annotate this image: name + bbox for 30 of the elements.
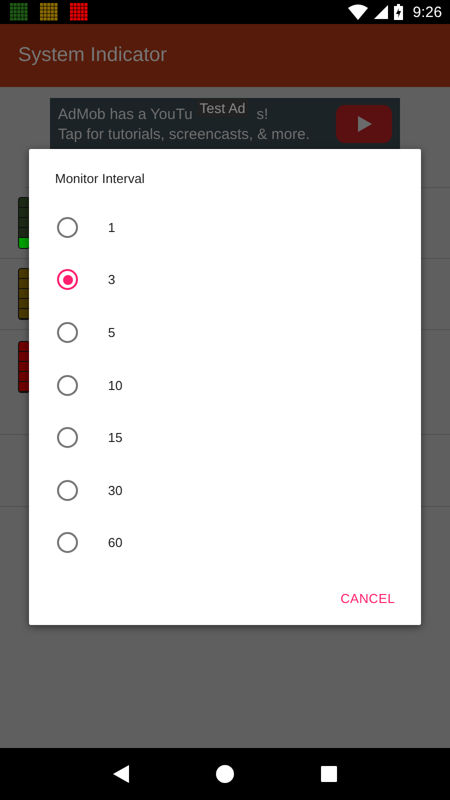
ad-label: Test Ad: [196, 98, 248, 116]
option-label[interactable]: 60: [108, 535, 122, 550]
radio-button[interactable]: [57, 322, 78, 343]
recents-icon[interactable]: [320, 766, 337, 782]
option-label[interactable]: 3: [108, 272, 116, 288]
ad-text: s!: [256, 106, 268, 124]
option-label[interactable]: 1: [108, 220, 116, 235]
ad-banner[interactable]: AdMob has a YouTu Test Ad s! Tap for tutorials, screencasts, & more.: [50, 98, 400, 150]
option-label[interactable]: 10: [108, 378, 122, 393]
option-label[interactable]: 30: [108, 482, 122, 498]
radio-button[interactable]: [57, 216, 78, 238]
ad-text: Tap for tutorials, screencasts, & more.: [58, 126, 310, 142]
dialog-title: Monitor Interval: [54, 171, 146, 188]
option-label[interactable]: 5: [108, 324, 116, 340]
clock: 9:26: [412, 4, 442, 20]
radio-button[interactable]: [57, 532, 78, 554]
signal-icon: [374, 5, 388, 19]
radio-button[interactable]: [57, 269, 78, 290]
option-label[interactable]: 15: [108, 430, 122, 446]
radio-button[interactable]: [57, 480, 78, 501]
cancel-button[interactable]: CANCEL: [332, 583, 403, 614]
battery-charging-icon: [394, 4, 403, 20]
wifi-icon: [348, 4, 368, 20]
play-icon: [336, 105, 392, 143]
radio-button[interactable]: [57, 374, 78, 396]
back-icon[interactable]: [113, 765, 130, 783]
app-title: System Indicator: [18, 44, 167, 67]
ad-text: AdMob has a YouTu: [58, 106, 193, 124]
radio-button[interactable]: [57, 427, 78, 448]
home-icon[interactable]: [216, 765, 234, 783]
